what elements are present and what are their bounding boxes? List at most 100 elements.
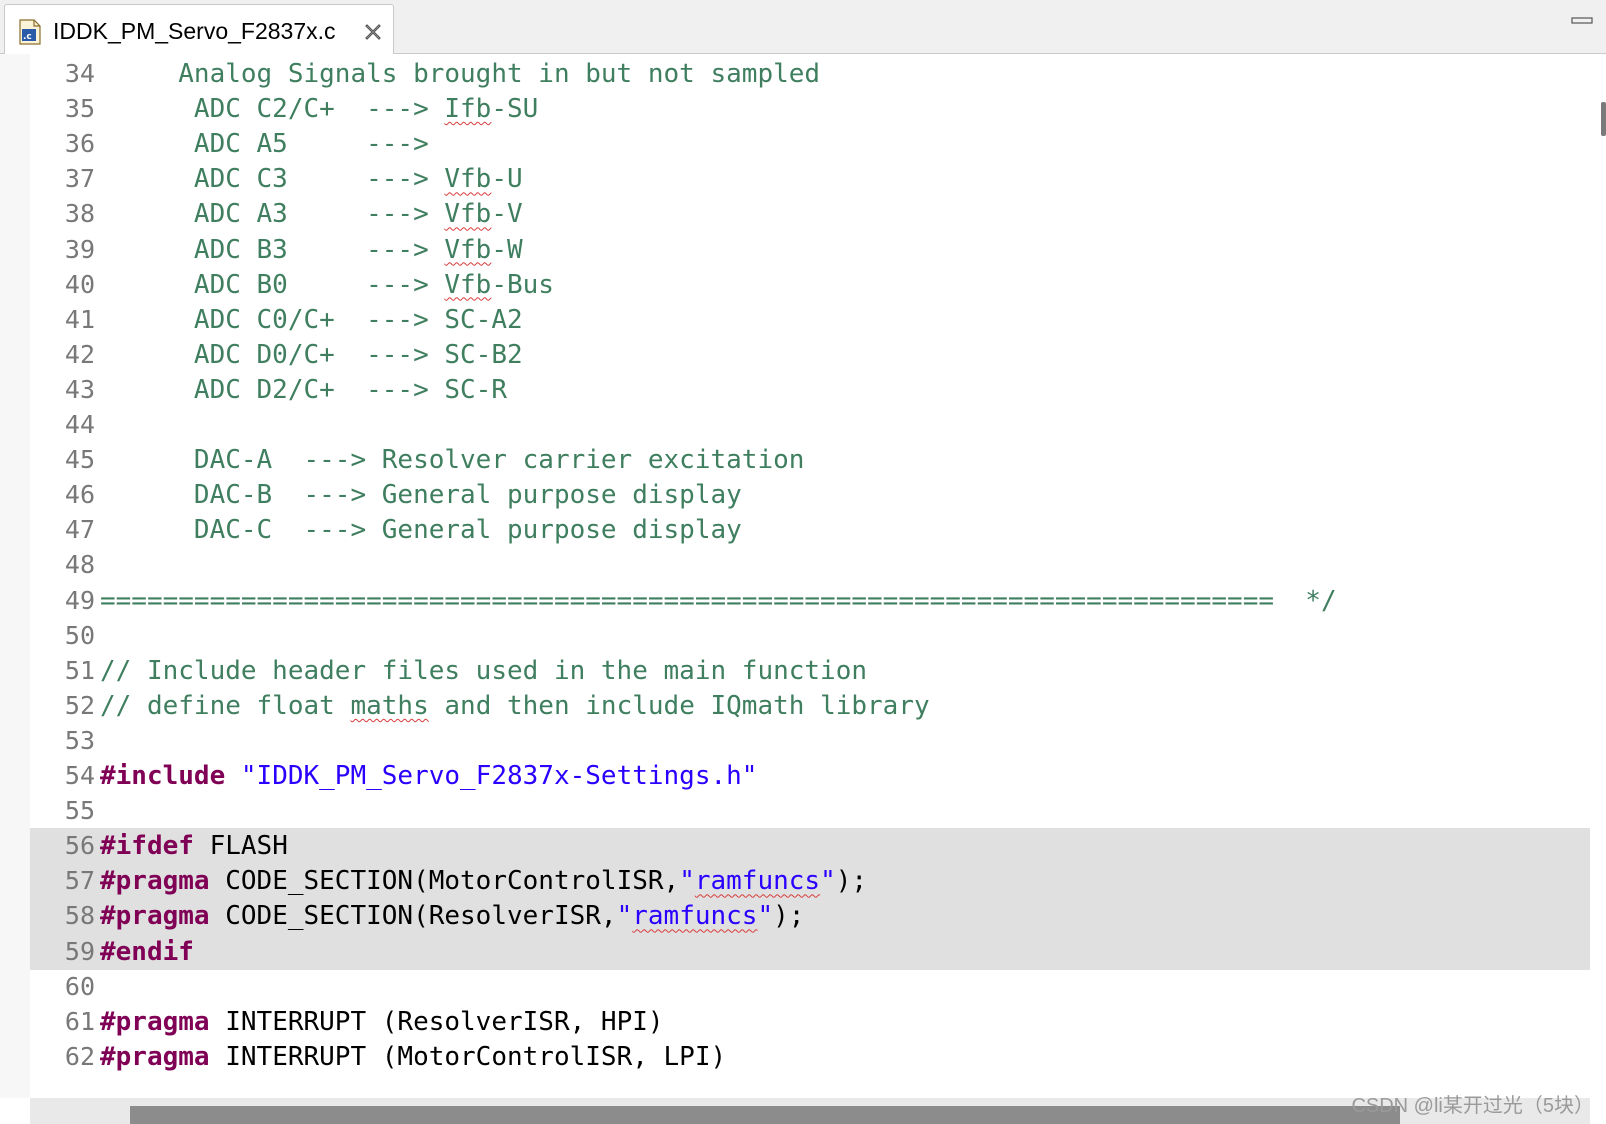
code-line[interactable]: 56 #ifdef FLASH bbox=[30, 828, 1590, 865]
code-line[interactable]: 53 bbox=[30, 723, 1590, 759]
code-token: " bbox=[820, 866, 836, 897]
line-number: 53 bbox=[64, 725, 95, 755]
code-line[interactable]: 37 ADC C3 ---> Vfb-U bbox=[30, 161, 1590, 197]
code-token: ADC C2/C+ ---> bbox=[100, 94, 445, 125]
line-number: 48 bbox=[64, 550, 95, 580]
code-token: "IDDK_PM_Servo_F2837x-Settings.h" bbox=[240, 761, 758, 791]
code-token: // define float bbox=[100, 690, 351, 721]
line-number: 57 bbox=[64, 866, 95, 896]
code-token: -SU bbox=[491, 94, 539, 125]
code-line[interactable]: 34 Analog Signals brought in but not sam… bbox=[30, 56, 1590, 92]
code-token: #include bbox=[100, 761, 226, 791]
code-line[interactable]: 40 ADC B0 ---> Vfb-Bus bbox=[30, 267, 1590, 303]
code-token: ADC C0/C+ ---> SC-A2 bbox=[100, 304, 523, 335]
code-token: ); bbox=[835, 866, 868, 897]
line-number: 46 bbox=[64, 480, 95, 510]
code-line[interactable]: 60 bbox=[30, 969, 1590, 1005]
code-line[interactable]: 57 #pragma CODE_SECTION(MotorControlISR, "… bbox=[30, 863, 1590, 900]
code-line[interactable]: 47 DAC-C ---> General purpose display bbox=[30, 512, 1590, 548]
code-token: ADC C3 ---> bbox=[100, 164, 445, 195]
line-number: 60 bbox=[64, 971, 95, 1001]
code-token: maths bbox=[350, 690, 429, 721]
line-number: 45 bbox=[64, 445, 95, 475]
code-line[interactable]: 46 DAC-B ---> General purpose display bbox=[30, 477, 1590, 513]
code-text: ADC D2/C+ ---> SC-R bbox=[100, 372, 507, 408]
code-token: ADC B3 ---> bbox=[100, 234, 445, 265]
horizontal-scrollbar-thumb[interactable] bbox=[130, 1106, 1400, 1124]
code-token: CODE_SECTION(ResolverISR, bbox=[209, 901, 617, 932]
code-line[interactable]: 62 #pragma INTERRUPT (MotorControlISR, LP… bbox=[30, 1039, 1590, 1075]
code-token: ); bbox=[773, 901, 805, 932]
code-text: #pragma CODE_SECTION(ResolverISR,"ramfun… bbox=[100, 898, 804, 934]
code-token: -V bbox=[491, 199, 523, 230]
code-token: " bbox=[616, 901, 633, 932]
code-token: // Include header files used in the main… bbox=[100, 655, 868, 686]
code-line[interactable]: 49 ======================================… bbox=[30, 583, 1590, 619]
minimize-icon[interactable] bbox=[1570, 14, 1594, 28]
code-line[interactable]: 50 bbox=[30, 618, 1590, 654]
code-line[interactable]: 58 #pragma CODE_SECTION(ResolverISR,"ramf… bbox=[30, 898, 1590, 935]
code-text: // define float maths and then include I… bbox=[100, 688, 930, 724]
code-line[interactable]: 36 ADC A5 ---> bbox=[30, 126, 1590, 162]
code-line[interactable]: 39 ADC B3 ---> Vfb-W bbox=[30, 232, 1590, 268]
code-text: ADC C2/C+ ---> Ifb-SU bbox=[100, 91, 538, 127]
code-token: DAC-C ---> General purpose display bbox=[100, 515, 742, 546]
code-editor[interactable]: 34 Analog Signals brought in but not sam… bbox=[0, 54, 1606, 1098]
code-text: DAC-A ---> Resolver carrier excitation bbox=[100, 442, 805, 478]
code-token: " bbox=[757, 901, 774, 932]
code-text: #include "IDDK_PM_Servo_F2837x-Settings.… bbox=[100, 758, 757, 794]
code-text: ADC A5 ---> bbox=[100, 126, 429, 162]
code-line[interactable]: 41 ADC C0/C+ ---> SC-A2 bbox=[30, 302, 1590, 338]
code-line[interactable]: 43 ADC D2/C+ ---> SC-R bbox=[30, 372, 1590, 408]
line-number: 59 bbox=[64, 936, 95, 966]
line-number: 52 bbox=[64, 690, 95, 720]
code-line[interactable]: 52// define float maths and then include… bbox=[30, 688, 1590, 724]
code-token: and then include IQmath library bbox=[428, 690, 930, 721]
line-number: 62 bbox=[64, 1041, 95, 1071]
vertical-scrollbar[interactable] bbox=[1590, 54, 1606, 1098]
vertical-scrollbar-thumb[interactable] bbox=[1601, 102, 1606, 136]
code-text: DAC-B ---> General purpose display bbox=[100, 477, 742, 513]
code-line[interactable]: 42 ADC D0/C+ ---> SC-B2 bbox=[30, 337, 1590, 373]
code-token: ========================================… bbox=[100, 585, 1337, 616]
code-token: Vfb bbox=[444, 269, 492, 300]
code-token: CODE_SECTION(MotorControlISR, bbox=[209, 866, 680, 897]
code-text: // Include header files used in the main… bbox=[100, 653, 867, 689]
code-token: Ifb bbox=[444, 94, 492, 125]
code-line[interactable]: 38 ADC A3 ---> Vfb-V bbox=[30, 196, 1590, 232]
code-line[interactable]: 61 #pragma INTERRUPT (ResolverISR, HPI) bbox=[30, 1004, 1590, 1040]
code-text: ADC A3 ---> Vfb-V bbox=[100, 196, 523, 232]
code-token: ramfuncs bbox=[694, 866, 821, 897]
code-text: #ifdef FLASH bbox=[100, 828, 288, 864]
tab-title: IDDK_PM_Servo_F2837x.c bbox=[53, 18, 336, 44]
code-line[interactable]: 44 bbox=[30, 407, 1590, 443]
code-line[interactable]: 51// Include header files used in the ma… bbox=[30, 653, 1590, 689]
editor-tab-bar: .c IDDK_PM_Servo_F2837x.c bbox=[0, 0, 1606, 54]
line-number: 47 bbox=[64, 515, 95, 545]
code-token: #pragma bbox=[100, 1006, 210, 1037]
code-line[interactable]: 55 bbox=[30, 793, 1590, 829]
watermark: CSDN @li某开过光（5块） bbox=[1351, 1095, 1594, 1117]
tab-file[interactable]: .c IDDK_PM_Servo_F2837x.c bbox=[4, 4, 394, 54]
code-token: DAC-A ---> Resolver carrier excitation bbox=[100, 445, 805, 476]
line-number: 44 bbox=[64, 410, 95, 439]
code-token: -W bbox=[491, 234, 523, 265]
code-token: #pragma bbox=[100, 866, 210, 897]
line-number: 51 bbox=[64, 655, 95, 685]
svg-text:.c: .c bbox=[23, 32, 32, 42]
code-line[interactable]: 59 #endif bbox=[30, 933, 1590, 970]
code-line[interactable]: 48 bbox=[30, 547, 1590, 583]
line-number: 43 bbox=[64, 374, 95, 404]
code-line[interactable]: 45 DAC-A ---> Resolver carrier excitatio… bbox=[30, 442, 1590, 478]
line-number: 36 bbox=[64, 129, 95, 159]
line-number: 37 bbox=[64, 164, 95, 194]
code-line[interactable]: 35 ADC C2/C+ ---> Ifb-SU bbox=[30, 91, 1590, 127]
code-token: #pragma bbox=[100, 1041, 210, 1072]
code-text: ADC D0/C+ ---> SC-B2 bbox=[100, 337, 523, 373]
line-number: 35 bbox=[64, 94, 95, 124]
close-icon[interactable] bbox=[363, 22, 383, 42]
code-token: ADC B0 ---> bbox=[100, 269, 445, 300]
code-line[interactable]: 54 #include "IDDK_PM_Servo_F2837x-Setting… bbox=[30, 758, 1590, 794]
code-token: Analog Signals brought in but not sample… bbox=[100, 59, 821, 89]
